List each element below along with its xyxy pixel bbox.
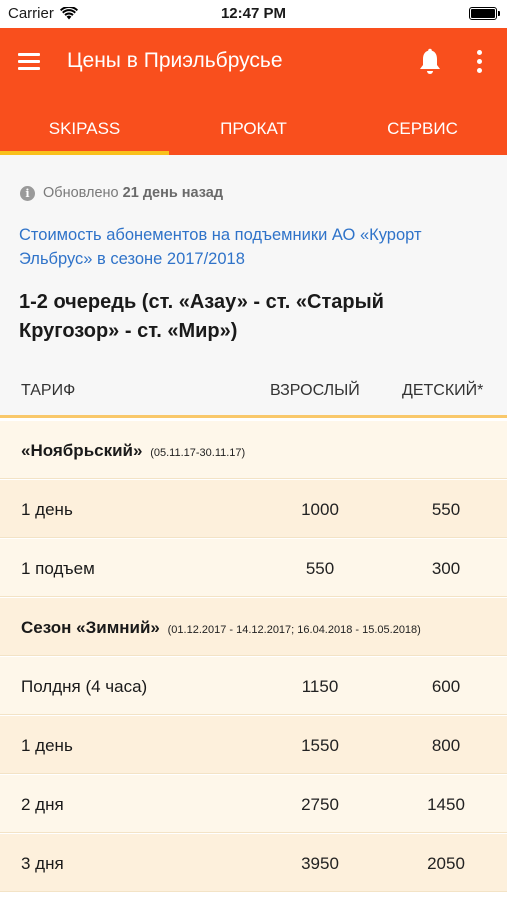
adult-price-cell: 1000 [301,500,339,519]
table-header: ТАРИФ ВЗРОСЛЫЙ ДЕТСКИЙ* [0,377,507,418]
header-tariff: ТАРИФ [21,382,76,399]
tab-skipass[interactable]: SKIPASS [0,114,169,155]
tariff-cell: 1 день [21,736,73,755]
group-name: Сезон «Зимний» [21,618,160,637]
child-price-cell: 300 [431,559,461,578]
status-time: 12:47 PM [220,5,287,22]
table-row: 3 дня 3950 2050 [0,834,507,892]
info-panel: i Обновлено 21 день назад Стоимость абон… [0,155,507,377]
tab-skipass-label: SKIPASS [48,119,121,138]
table-row: 1 день 1000 550 [0,480,507,538]
adult-price-cell: 550 [305,559,335,578]
more-vertical-icon[interactable] [474,50,484,76]
tariff-cell: 1 подъем [21,559,95,578]
group-row-winter: Сезон «Зимний» (01.12.2017 - 14.12.2017;… [0,598,507,656]
menu-icon[interactable] [18,53,40,71]
info-icon: i [20,185,35,201]
tariff-cell: 1 день [21,500,73,519]
source-link[interactable]: Стоимость абонементов на подъемники АО «… [19,223,489,271]
table-row: Полдня (4 часа) 1150 600 [0,657,507,715]
child-price-cell: 1450 [427,795,465,814]
tariff-cell: 2 дня [21,795,64,814]
header-child: ДЕТСКИЙ* [402,382,484,399]
tariff-cell: 3 дня [21,854,64,873]
adult-price-cell: 2750 [301,795,339,814]
child-price-cell: 2050 [427,854,465,873]
updated-value: 21 день назад [122,185,224,201]
adult-price-cell: 3950 [301,854,339,873]
tab-service-label: СЕРВИС [387,119,458,138]
adult-price-cell: 1550 [301,736,339,755]
app-bar: Цены в Приэльбрусье SKIPASS ПРОКАТ СЕРВИ… [0,28,507,155]
tariff-cell: Полдня (4 часа) [21,677,148,696]
app-title: Цены в Приэльбрусье [67,49,283,72]
table-row: 1 подъем 550 300 [0,539,507,597]
group-row-november: «Ноябрьский» (05.11.17-30.11.17) [0,421,507,479]
adult-price-cell: 1150 [301,677,339,696]
table-row: 1 день 1550 800 [0,716,507,774]
bell-icon[interactable] [417,48,443,76]
child-price-cell: 800 [431,736,461,755]
group-dates: (01.12.2017 - 14.12.2017; 16.04.2018 - 1… [167,624,421,636]
status-bar: Carrier 12:47 PM [0,0,507,28]
table-row: 2 дня 2750 1450 [0,775,507,833]
child-price-cell: 550 [431,500,461,519]
updated-line: i Обновлено 21 день назад [20,185,223,201]
child-price-cell: 600 [431,677,461,696]
section-title: 1-2 очередь (ст. «Азау» - ст. «Старый Кр… [19,291,384,342]
group-name: «Ноябрьский» [21,441,143,460]
battery-icon [469,7,500,20]
updated-prefix: Обновлено [43,185,119,201]
battery-level [471,9,495,18]
tab-rental[interactable]: ПРОКАТ [169,114,338,155]
tab-bar: SKIPASS ПРОКАТ СЕРВИС [0,114,507,155]
tab-service[interactable]: СЕРВИС [338,114,507,155]
header-adult: ВЗРОСЛЫЙ [270,382,360,399]
group-dates: (05.11.17-30.11.17) [150,447,246,459]
tab-rental-label: ПРОКАТ [220,119,287,138]
